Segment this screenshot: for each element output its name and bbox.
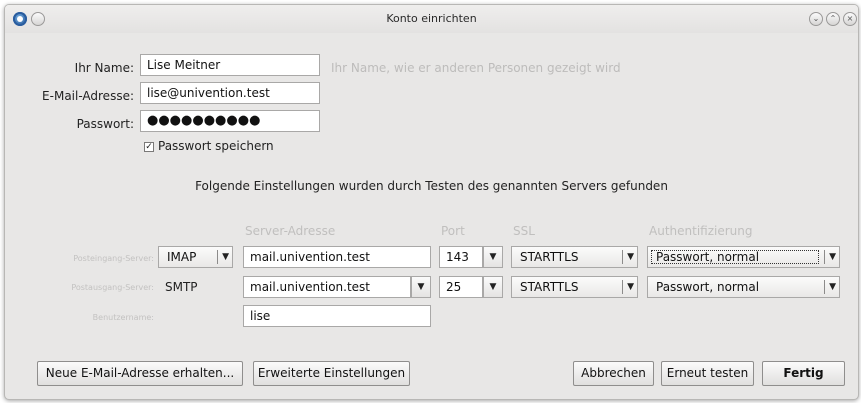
outgoing-ssl-select[interactable]: STARTTLS ▼ [511,276,638,298]
name-field[interactable]: Lise Meitner [140,54,320,76]
outgoing-server-label: Postausgang-Server: [71,283,154,292]
select-separator [824,250,825,264]
name-hint: Ihr Name, wie er anderen Personen gezeig… [331,61,621,75]
close-icon[interactable]: × [843,12,857,26]
ssl-header: SSL [513,224,535,238]
done-button[interactable]: Fertig [762,361,845,386]
email-label: E-Mail-Adresse: [42,89,134,103]
minimize-icon[interactable]: ⌄ [809,12,823,26]
checkmark-icon: ✓ [145,142,153,152]
account-setup-dialog: Konto einrichten ⌄ ⌃ × Ihr Name: Lise Me… [4,4,859,400]
remember-password-checkbox[interactable]: ✓ [144,142,154,152]
incoming-protocol-value: IMAP [167,250,197,264]
remember-password-label[interactable]: Passwort speichern [158,139,274,153]
auth-header: Authentifizierung [649,224,753,238]
outgoing-host-field[interactable]: mail.univention.test [243,276,411,298]
outgoing-auth-value: Passwort, normal [656,280,760,294]
outgoing-protocol-label: SMTP [165,280,198,294]
outgoing-port-field[interactable]: 25 [439,276,483,298]
incoming-port-field[interactable]: 143 [439,246,483,268]
triangle-down-icon: ▼ [627,282,634,292]
username-field[interactable]: lise [243,305,431,327]
outgoing-host-dropdown-button[interactable]: ▼ [411,276,431,298]
retest-button[interactable]: Erneut testen [661,361,754,386]
name-label: Ihr Name: [74,61,134,75]
incoming-ssl-value: STARTTLS [520,250,579,264]
new-email-address-button[interactable]: Neue E-Mail-Adresse erhalten... [37,361,243,386]
select-separator [824,280,825,294]
triangle-down-icon: ▼ [417,282,425,292]
cancel-button[interactable]: Abbrechen [573,361,654,386]
detection-notice: Folgende Einstellungen wurden durch Test… [195,179,668,193]
triangle-down-icon: ▼ [222,252,229,262]
select-separator [217,250,218,264]
incoming-ssl-select[interactable]: STARTTLS ▼ [511,246,638,268]
maximize-icon[interactable]: ⌃ [826,12,840,26]
outgoing-ssl-value: STARTTLS [520,280,579,294]
incoming-protocol-select[interactable]: IMAP ▼ [158,246,233,268]
select-separator [622,280,623,294]
window-title: Konto einrichten [386,12,477,25]
title-bar: Konto einrichten ⌄ ⌃ × [5,5,858,33]
email-field[interactable]: lise@univention.test [140,82,320,104]
password-label: Passwort: [76,117,134,131]
triangle-down-icon: ▼ [627,252,634,262]
triangle-down-icon: ▼ [489,252,497,262]
focus-ring [651,250,819,264]
incoming-auth-select[interactable]: Passwort, normal ▼ [647,246,840,268]
username-label: Benutzername: [92,313,154,322]
incoming-host-field[interactable]: mail.univention.test [243,246,431,268]
triangle-down-icon: ▼ [829,252,836,262]
incoming-port-dropdown-button[interactable]: ▼ [483,246,503,268]
triangle-down-icon: ▼ [829,282,836,292]
incoming-server-label: Posteingang-Server: [73,254,154,263]
server-address-header: Server-Adresse [245,224,336,238]
outgoing-auth-select[interactable]: Passwort, normal ▼ [647,276,840,298]
advanced-settings-button[interactable]: Erweiterte Einstellungen [253,361,410,386]
select-separator [622,250,623,264]
password-field[interactable]: ●●●●●●●●●● [140,110,320,132]
triangle-down-icon: ▼ [489,282,497,292]
port-header: Port [441,224,465,238]
outgoing-port-dropdown-button[interactable]: ▼ [483,276,503,298]
